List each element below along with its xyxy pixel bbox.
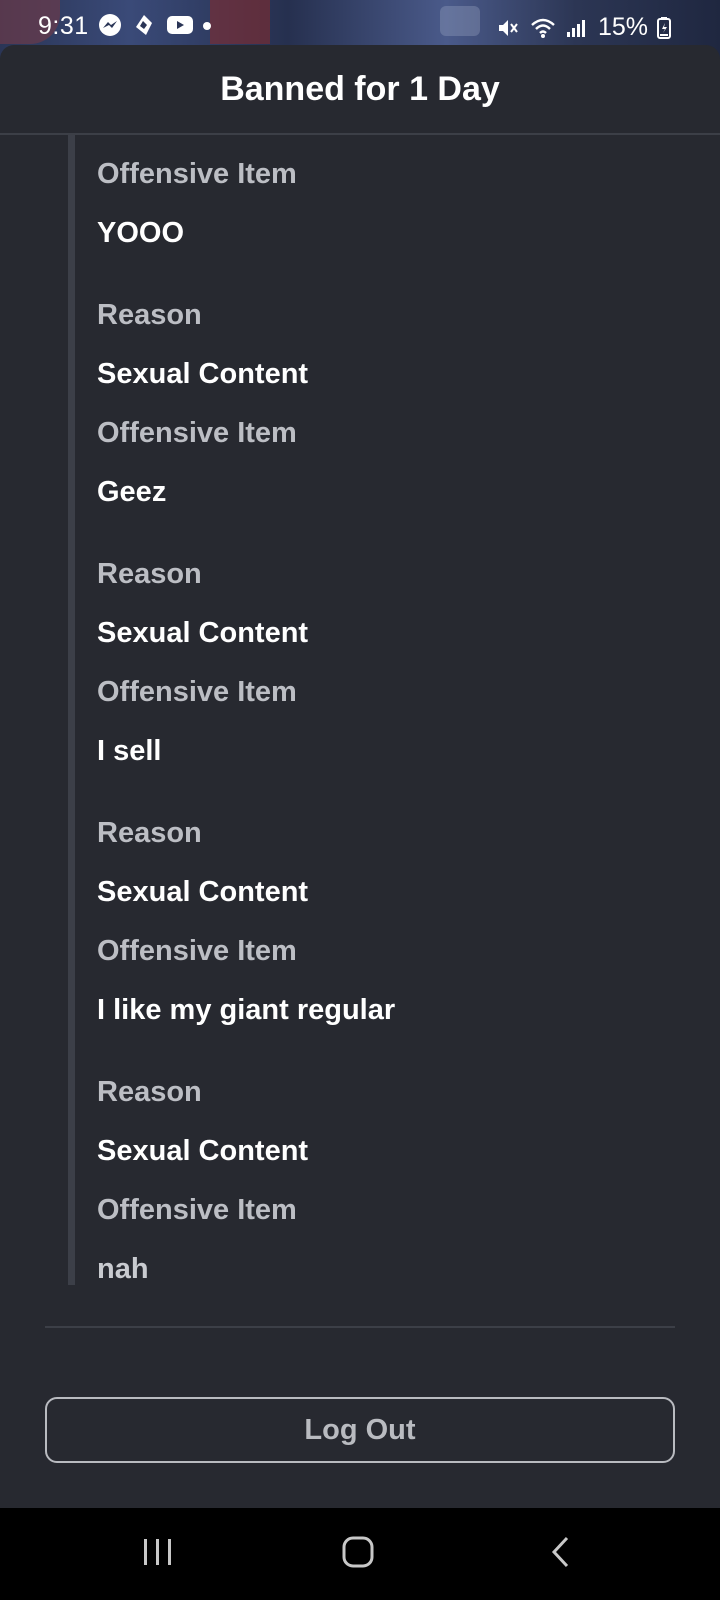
- entry-label: Offensive Item: [97, 935, 297, 967]
- divider: [45, 1326, 675, 1328]
- battery-icon: [656, 16, 672, 40]
- battery-percentage: 15%: [597, 13, 648, 41]
- entry-label: Reason: [97, 558, 202, 590]
- scroll-indicator[interactable]: [68, 135, 75, 1285]
- entry-value: YOOO: [97, 217, 185, 249]
- recent-apps-icon: [141, 1537, 175, 1572]
- entry-label: Offensive Item: [97, 417, 297, 449]
- youtube-icon: [166, 13, 193, 37]
- entry-value: Sexual Content: [97, 617, 309, 649]
- entry-label: Reason: [97, 1076, 202, 1108]
- recent-apps-button[interactable]: [128, 1526, 188, 1582]
- dialog-header: Banned for 1 Day: [0, 45, 720, 135]
- system-icons: 15%: [496, 13, 672, 42]
- back-button[interactable]: [532, 1526, 592, 1582]
- wifi-icon: [530, 16, 556, 40]
- mute-icon: [496, 16, 522, 40]
- home-button[interactable]: [328, 1526, 388, 1582]
- entry-value: Geez: [97, 476, 167, 508]
- ban-details-scroll[interactable]: Offensive Item YOOO Reason Sexual Conten…: [0, 135, 720, 1285]
- entry-value: Sexual Content: [97, 1135, 309, 1167]
- navigation-bar: [0, 1508, 720, 1600]
- status-bar: 9:31 15%: [0, 0, 720, 50]
- messenger-icon: [98, 13, 124, 37]
- entry-label: Reason: [97, 817, 202, 849]
- entry-label: Reason: [97, 299, 202, 331]
- entry-value: nah: [97, 1253, 149, 1285]
- log-out-button[interactable]: Log Out: [45, 1397, 675, 1463]
- dialog-title: Banned for 1 Day: [220, 69, 500, 108]
- notification-icons: [98, 13, 214, 37]
- entry-label: Offensive Item: [97, 158, 297, 190]
- entry-label: Offensive Item: [97, 1194, 297, 1226]
- entry-value: I sell: [97, 735, 162, 767]
- ban-dialog: Banned for 1 Day Offensive Item YOOO Rea…: [0, 45, 720, 1508]
- status-time: 9:31: [38, 12, 89, 40]
- entry-value: Sexual Content: [97, 358, 309, 390]
- entry-label: Offensive Item: [97, 676, 297, 708]
- screen: 9:31 15% Banned for 1 Day Offensive Item…: [0, 0, 720, 1600]
- home-icon: [341, 1535, 375, 1574]
- dot-icon: [200, 13, 214, 37]
- signal-icon: [564, 16, 590, 40]
- entry-value: Sexual Content: [97, 876, 309, 908]
- app-icon: [132, 13, 158, 37]
- entry-value: I like my giant regular: [97, 994, 396, 1026]
- ban-entries: Offensive Item YOOO Reason Sexual Conten…: [97, 149, 680, 1285]
- back-icon: [547, 1535, 577, 1574]
